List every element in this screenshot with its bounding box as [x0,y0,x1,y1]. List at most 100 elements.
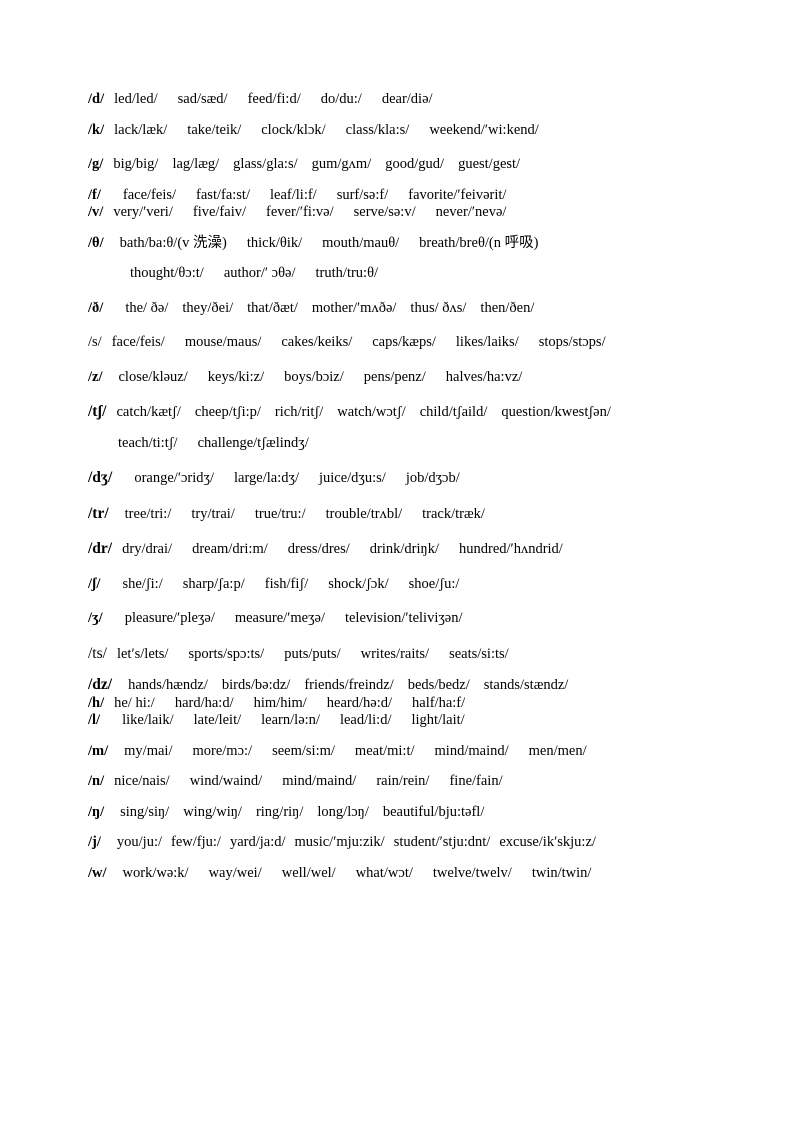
example-word: birds/bə:dz/ [221,677,291,693]
example-word: yard/ja:d/ [229,834,286,850]
phoneme-symbol: /tr/ [88,504,109,522]
phoneme-row: /d/led/led/sad/sæd/feed/fi:d/do/du:/ dear… [88,92,708,107]
example-word-group: tree/tri:/ try/trai/true/tru:/ trouble/trʌ… [109,505,485,522]
example-word-group: led/led/sad/sæd/feed/fi:d/do/du:/ dear/di… [104,92,432,107]
phoneme-symbol: /n/ [88,773,105,789]
example-word: teach/ti:tʃ/ [118,434,178,451]
example-word-group: my/mai/more/mɔ:/ seem/si:m/meat/mi:t/mind… [108,742,587,759]
example-word: question/kwestʃən/ [501,404,611,420]
example-word: meat/mi:t/ [354,742,415,759]
example-word: like/laik/ [122,712,174,728]
example-word: student/′stju:dnt/ [393,834,491,850]
example-word-group: orange/′ɔridʒ/large/la:dʒ/juice/dʒu:s/jo… [112,471,459,486]
example-word: him/him/ [253,694,307,711]
example-word: shoe/ʃu:/ [408,575,460,592]
example-word-group: dry/drai/dream/dri:m/dress/dres/drink/dr… [112,542,563,557]
example-word-group: big/big/lag/læg/glass/gla:s/gum/gʌm/good… [103,157,520,172]
example-word: sharp/ʃa:p/ [182,575,245,592]
example-word: tree/tri:/ [124,505,172,522]
example-word-group: face/feis/mouse/maus/cakes/keiks/caps/kæ… [102,335,606,350]
example-word: face/feis/ [122,186,177,203]
example-word: friends/freindz/ [304,677,394,693]
example-word-group: let′s/lets/sports/spɔ:ts/puts/puts/write… [107,645,509,662]
example-word: good/gud/ [385,156,445,172]
phoneme-row: /h/he/ hi:/ hard/ha:d/him/him/heard/hə:d/… [88,694,708,711]
example-word: wind/waind/ [189,773,263,789]
example-word: job/dʒɔb/ [405,470,460,486]
example-word: music/′mju:zik/ [294,834,385,850]
example-word: stops/stɔps/ [538,334,606,350]
example-word-group: she/ʃi:/ sharp/ʃa:p/fish/fiʃ/shock/ʃɔk/sh… [100,575,460,592]
example-word-group: thought/θɔ:t/author/′ ɔθə/truth/tru:θ/ [88,266,378,281]
example-word: few/fju:/ [171,834,221,850]
example-word: dream/dri:m/ [192,541,268,557]
example-word: pens/penz/ [363,368,426,385]
example-word-group: catch/kætʃ/cheep/tʃi:p/rich/ritʃ/watch/w… [106,405,610,420]
example-word: orange/′ɔridʒ/ [134,470,215,486]
example-word: do/du:/ [320,91,362,107]
example-word: truth/tru:θ/ [315,265,379,281]
phoneme-row: /dz/hands/hændz/birds/bə:dz/friends/frei… [88,677,708,693]
example-word: hard/ha:d/ [174,694,234,711]
example-word: seem/si:m/ [272,742,335,759]
example-word: rain/rein/ [376,773,430,789]
example-word: let′s/lets/ [116,645,169,662]
example-word: author/′ ɔθə/ [223,265,296,281]
phoneme-symbol: /s/ [88,334,102,350]
example-word: men/men/ [528,742,587,759]
phoneme-row: /g/big/big/lag/læg/glass/gla:s/gum/gʌm/g… [88,157,708,172]
example-word: bath/ba:θ/(v 洗澡) [119,234,227,251]
phoneme-row: teach/ti:tʃ/challenge/tʃælindʒ/ [88,434,708,451]
example-word: guest/gest/ [458,156,521,172]
example-word: twelve/twelv/ [432,864,512,881]
example-word: puts/puts/ [284,645,341,662]
example-word-group: the/ ðə/they/ðei/that/ðæt/mother/′mʌðə/t… [103,299,534,316]
example-word: television/′teliviʒən/ [344,610,463,626]
example-word-group: bath/ba:θ/(v 洗澡) thick/θik/mouth/mauθ/bre… [104,234,539,251]
phoneme-symbol: /k/ [88,121,105,138]
phoneme-symbol: /ŋ/ [88,803,105,820]
phoneme-row: /ʃ/she/ʃi:/ sharp/ʃa:p/fish/fiʃ/shock/ʃɔk… [88,575,708,592]
example-word: thick/θik/ [246,234,303,251]
phoneme-symbol: /ð/ [88,299,104,316]
example-word: they/ðei/ [182,299,234,316]
phoneme-symbol: /h/ [88,694,105,711]
example-word: nice/nais/ [114,773,170,789]
example-word-group: lack/læk/take/teik/clock/klɔk/class/kla:… [104,121,539,138]
example-word: mind/maind/ [434,742,509,759]
example-word: my/mai/ [124,742,173,759]
phoneme-row: /w/work/wə:k/way/wei/well/wel/what/wɔt/t… [88,864,708,881]
example-word: dress/dres/ [287,541,350,557]
example-word: likes/laiks/ [455,334,519,350]
example-word: fish/fiʃ/ [264,575,309,592]
phoneme-symbol: /f/ [88,186,101,203]
example-word: measure/′meʒə/ [234,610,325,626]
example-word-group: close/kləuz/keys/ki:z/boys/bɔiz/pens/pen… [103,368,523,385]
example-word: try/trai/ [191,505,235,522]
phoneme-row: /θ/bath/ba:θ/(v 洗澡) thick/θik/mouth/mauθ/… [88,234,708,251]
example-word: big/big/ [113,156,159,172]
example-word: mouth/mauθ/ [322,234,400,251]
example-word: feed/fi:d/ [247,91,301,107]
phoneme-row: /s/face/feis/mouse/maus/cakes/keiks/caps… [88,335,708,350]
example-word: that/ðæt/ [247,299,298,316]
example-word: face/feis/ [111,334,165,350]
phoneme-symbol: /dr/ [88,540,113,557]
phoneme-symbol: /ʃ/ [88,575,101,592]
phoneme-row: /ʒ/pleasure/′pleʒə/measure/′meʒə/televis… [88,611,708,626]
example-word: halves/ha:vz/ [445,368,523,385]
example-word: juice/dʒu:s/ [318,470,386,486]
example-word-group: he/ hi:/ hard/ha:d/him/him/heard/hə:d/hal… [104,694,465,711]
document-page: /d/led/led/sad/sæd/feed/fi:d/do/du:/ dear… [0,0,794,1123]
example-word: sing/siŋ/ [120,803,170,820]
phoneme-row: /n/nice/nais/wind/waind/mind/maind/rain/… [88,774,708,789]
phoneme-row: /m/my/mai/more/mɔ:/ seem/si:m/meat/mi:t/m… [88,742,708,759]
example-word-group: pleasure/′pleʒə/measure/′meʒə/television… [103,611,463,626]
example-word: take/teik/ [187,121,242,138]
phoneme-symbol: /v/ [88,204,104,220]
example-word: large/la:dʒ/ [234,470,299,486]
example-word: catch/kætʃ/ [116,404,181,420]
example-word: true/tru:/ [254,505,306,522]
example-word: excuse/ik′skju:z/ [499,834,596,850]
example-word-group: very/′veri/five/faiv/fever/′fi:və/serve/… [103,205,506,220]
